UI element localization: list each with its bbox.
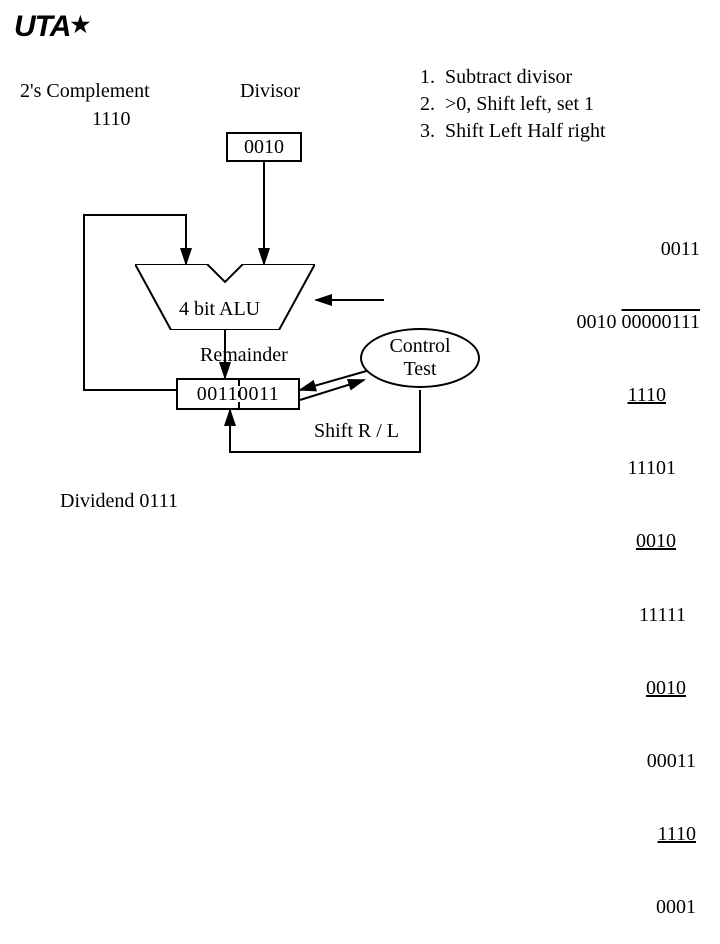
dividend-label: Dividend 0111 (60, 490, 178, 513)
alu-label: 4 bit ALU (179, 298, 260, 321)
work-step: 00011 (500, 749, 700, 773)
control-test-block: Control Test (360, 328, 480, 388)
diagram-wires (0, 0, 720, 540)
remainder-label: Remainder (200, 344, 288, 367)
remainder-box: 00110011 (176, 378, 300, 410)
shift-rl-label: Shift R / L (310, 420, 403, 443)
work-step: 0010 (500, 676, 700, 700)
work-step: 11111 (500, 603, 700, 627)
work-step: 1110 (500, 822, 700, 846)
work-step: 0001 (500, 895, 700, 919)
